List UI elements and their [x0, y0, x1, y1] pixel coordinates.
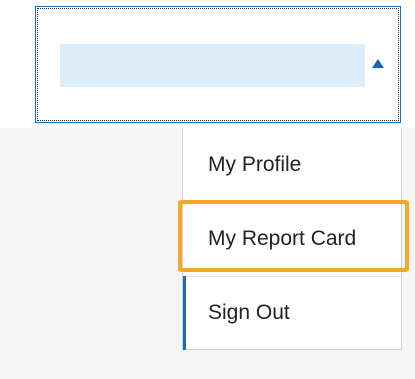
- account-menu-toggle[interactable]: [35, 6, 401, 123]
- menu-item-my-report-card[interactable]: My Report Card: [183, 202, 401, 276]
- page: My Profile My Report Card Sign Out: [0, 0, 415, 379]
- menu-item-my-profile[interactable]: My Profile: [183, 128, 401, 202]
- caret-up-icon: [372, 59, 384, 68]
- menu-item-sign-out[interactable]: Sign Out: [183, 276, 401, 350]
- user-name-placeholder: [60, 44, 365, 87]
- account-dropdown-menu: My Profile My Report Card Sign Out: [182, 128, 402, 350]
